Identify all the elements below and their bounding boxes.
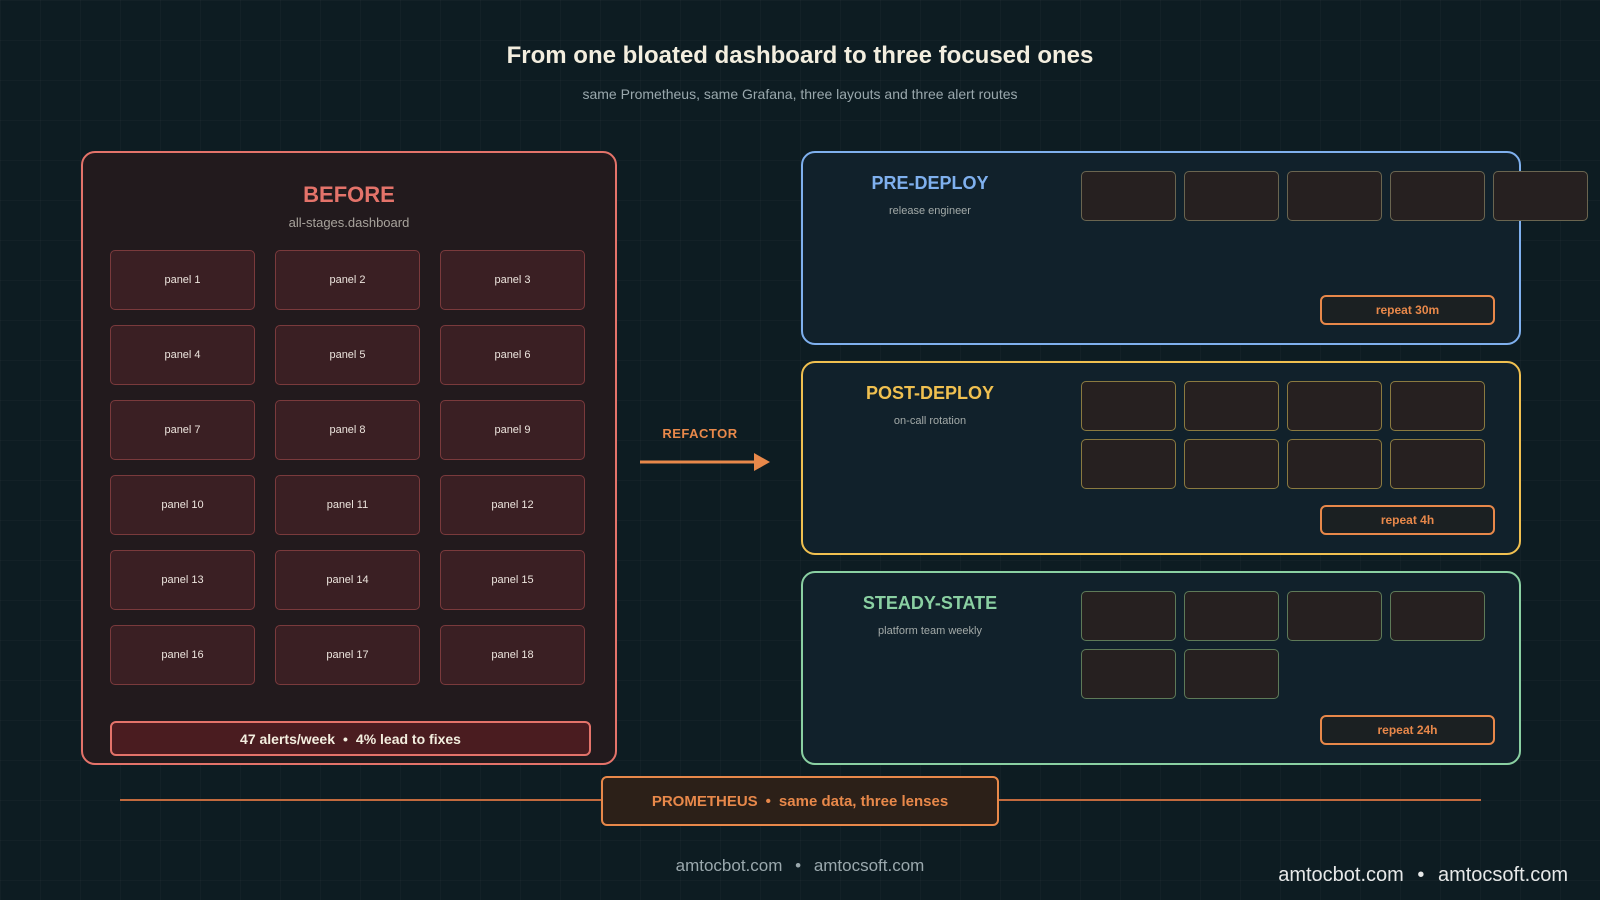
stage-panel <box>1081 649 1176 699</box>
before-subtitle: all-stages.dashboard <box>288 215 410 230</box>
stage-panel <box>1287 171 1382 221</box>
stage-panel <box>1390 439 1485 489</box>
before-panel: panel 5 <box>275 325 420 385</box>
stage-panel <box>1390 591 1485 641</box>
stage-panel <box>1081 171 1176 221</box>
stage-subtitle: on-call rotation <box>893 415 967 427</box>
repeat-interval-badge: repeat 4h <box>1320 505 1495 535</box>
stage-panel <box>1390 381 1485 431</box>
before-alert-stats: 47 alerts/week • 4% lead to fixes <box>110 721 591 756</box>
before-panel: panel 9 <box>440 400 585 460</box>
before-panel: panel 4 <box>110 325 255 385</box>
stage-panel <box>1184 649 1279 699</box>
before-panel: panel 7 <box>110 400 255 460</box>
stage-panel <box>1184 591 1279 641</box>
prometheus-source-box: PROMETHEUS • same data, three lenses <box>601 776 999 826</box>
stage-panel <box>1287 439 1382 489</box>
stage-panel <box>1287 591 1382 641</box>
stage-panel <box>1081 591 1176 641</box>
stage-panel <box>1287 381 1382 431</box>
before-panel: panel 3 <box>440 250 585 310</box>
before-panel: panel 8 <box>275 400 420 460</box>
stage-panel <box>1184 171 1279 221</box>
watermark: amtocbot.com • amtocsoft.com <box>1278 864 1568 887</box>
watermark-site-2: amtocsoft.com <box>1437 864 1568 886</box>
before-panel: panel 16 <box>110 625 255 685</box>
refactor-label: REFACTOR <box>662 426 738 441</box>
stage-title: POST-DEPLOY <box>865 383 995 403</box>
before-panel: panel 17 <box>275 625 420 685</box>
footer-site-2[interactable]: amtocsoft.com <box>814 856 925 875</box>
repeat-interval-badge: repeat 30m <box>1320 295 1495 325</box>
page-title: From one bloated dashboard to three focu… <box>506 42 1094 69</box>
stage-panel <box>1184 439 1279 489</box>
stage-panel <box>1493 171 1588 221</box>
before-panel: panel 1 <box>110 250 255 310</box>
stage-title: PRE-DEPLOY <box>871 173 989 193</box>
fix-rate: 4% lead to fixes <box>355 730 461 747</box>
before-panel: panel 2 <box>275 250 420 310</box>
separator-dot: • <box>343 730 348 747</box>
page-subtitle: same Prometheus, same Grafana, three lay… <box>582 86 1018 102</box>
before-panel: panel 14 <box>275 550 420 610</box>
before-panel: panel 10 <box>110 475 255 535</box>
before-panel: panel 15 <box>440 550 585 610</box>
stage-panel <box>1081 381 1176 431</box>
stage-title: STEADY-STATE <box>862 593 998 613</box>
before-panel: panel 18 <box>440 625 585 685</box>
prometheus-label: PROMETHEUS <box>651 792 758 810</box>
separator-dot: • <box>795 856 802 875</box>
before-title: BEFORE <box>303 182 395 207</box>
stage-panel <box>1390 171 1485 221</box>
footer-site-1[interactable]: amtocbot.com <box>676 856 783 875</box>
refactor-arrow-icon <box>640 453 770 471</box>
stage-subtitle: platform team weekly <box>878 625 982 637</box>
alerts-per-week: 47 alerts/week <box>240 730 335 747</box>
before-panel: panel 11 <box>275 475 420 535</box>
before-panel: panel 6 <box>440 325 585 385</box>
repeat-interval-badge: repeat 24h <box>1320 715 1495 745</box>
separator-dot: • <box>1417 864 1425 886</box>
stage-panel <box>1184 381 1279 431</box>
before-panel: panel 12 <box>440 475 585 535</box>
before-panel: panel 13 <box>110 550 255 610</box>
prometheus-tagline: same data, three lenses <box>778 792 949 810</box>
separator-dot: • <box>765 792 771 810</box>
stage-panel <box>1081 439 1176 489</box>
stage-subtitle: release engineer <box>889 205 971 217</box>
watermark-site-1: amtocbot.com <box>1278 864 1404 886</box>
